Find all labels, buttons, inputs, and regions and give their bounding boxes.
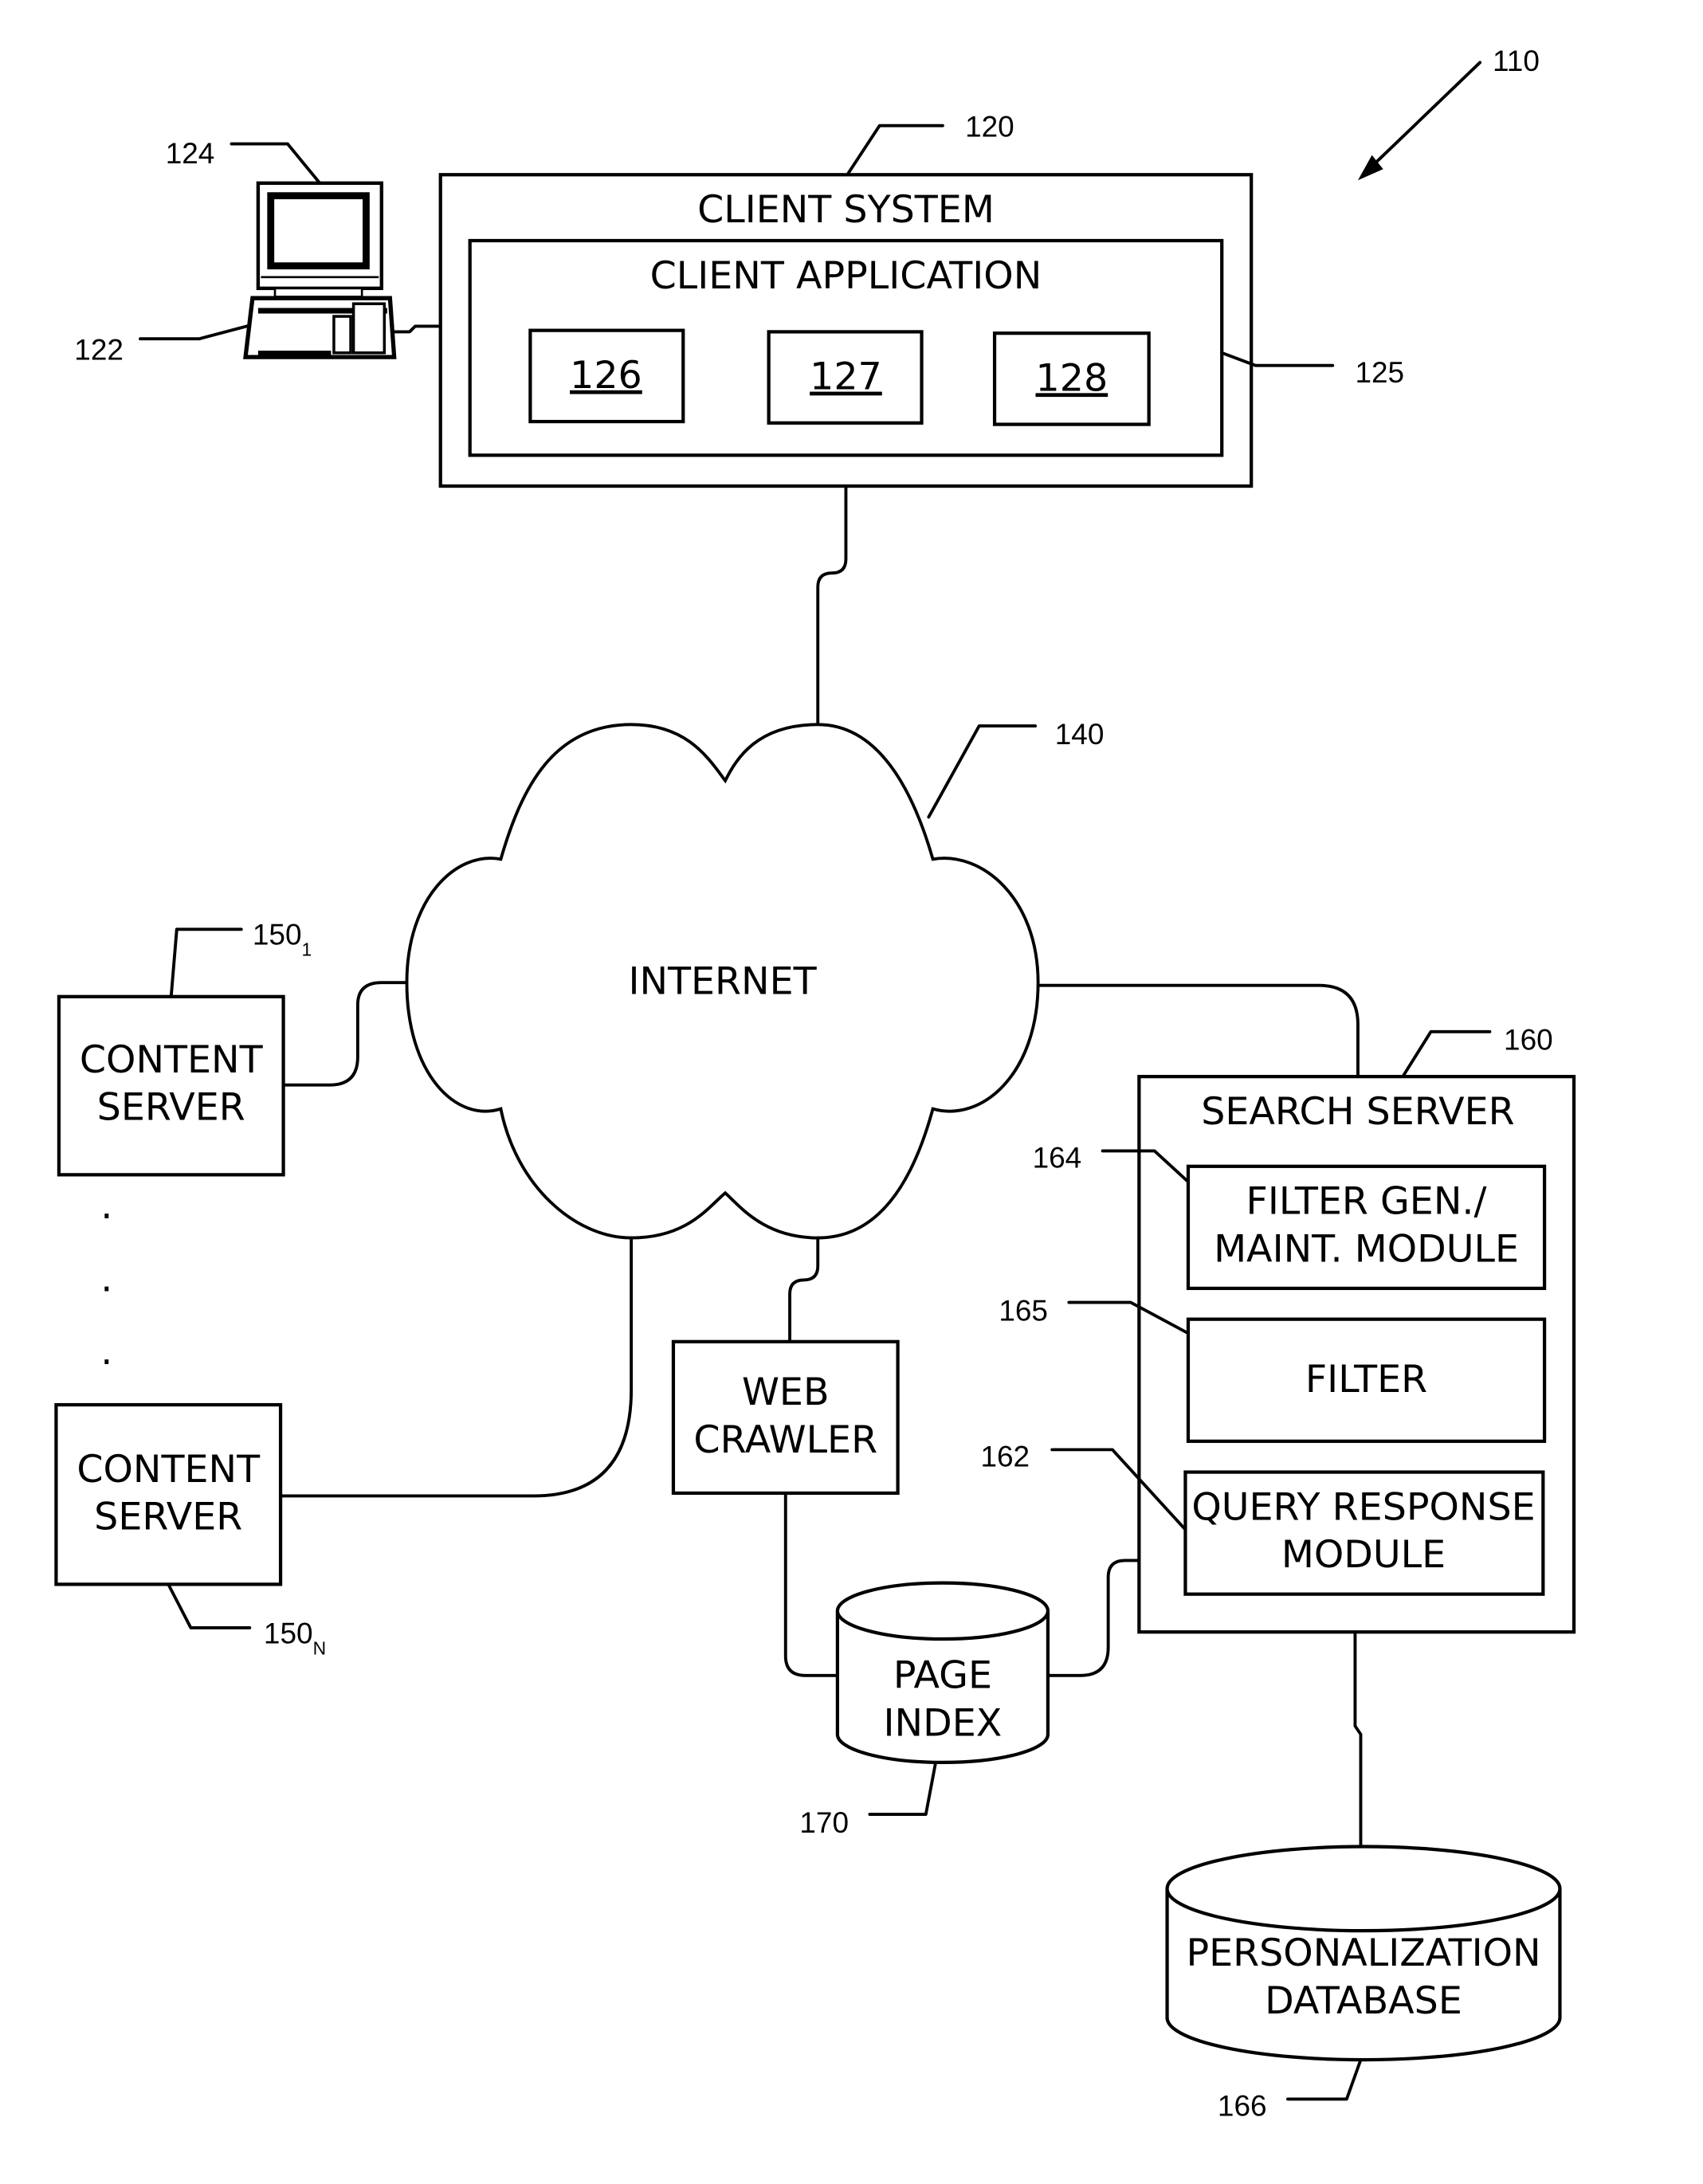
leader-122 (139, 324, 249, 341)
page-index-line1: PAGE (893, 1654, 992, 1698)
ellipsis-dot: . (100, 1184, 112, 1228)
search-db-connector (1353, 1630, 1363, 1851)
content-server-1-connector (281, 981, 409, 1087)
ref-165: 165 (999, 1294, 1048, 1327)
figure-ref-label: 110 (1493, 45, 1540, 77)
leader-150-1 (169, 927, 243, 998)
ref-125: 125 (1355, 356, 1404, 389)
web-crawler-line1: WEB (742, 1370, 830, 1414)
leader-160 (1401, 1029, 1492, 1079)
figure-ref-110: 110 (1357, 45, 1540, 181)
web-crawler-box (671, 1339, 900, 1496)
ellipsis-dot: . (100, 1330, 112, 1374)
client-system-title: CLIENT SYSTEM (697, 188, 995, 232)
ref-140: 140 (1055, 718, 1105, 751)
ref-162: 162 (980, 1440, 1030, 1472)
leader-150-n (167, 1582, 252, 1629)
leader-140 (927, 724, 1038, 819)
page-index-line2: INDEX (884, 1701, 1003, 1745)
system-diagram: 110 124 122 CLIENT SYSTEM 120 CLIENT APP… (54, 45, 1576, 2123)
content-server-n-line1: CONTENT (77, 1448, 261, 1492)
filter-gen-module-line1: FILTER GEN./ (1246, 1180, 1488, 1224)
ref-150-1: 1501 (253, 919, 312, 960)
crawler-index-connector (783, 1492, 839, 1677)
figure-ref-arrow-line (1370, 61, 1482, 168)
filter-gen-module-line2: MAINT. MODULE (1214, 1227, 1519, 1271)
computer-icon (256, 181, 384, 298)
ref-120: 120 (965, 111, 1014, 143)
module-128-label: 128 (1036, 356, 1109, 400)
personalization-db-line1: PERSONALIZATION (1186, 1931, 1540, 1975)
computer-connector (390, 324, 442, 334)
ref-160: 160 (1504, 1024, 1553, 1057)
internet-search-connector (1036, 983, 1360, 1079)
internet-crawler-connector (788, 1236, 820, 1343)
keyboard-icon (243, 296, 397, 359)
content-server-1-line2: SERVER (97, 1086, 245, 1130)
leader-120 (846, 124, 944, 177)
filter-label: FILTER (1305, 1358, 1427, 1402)
module-127-label: 127 (810, 355, 882, 399)
client-application-title: CLIENT APPLICATION (650, 254, 1042, 298)
index-search-connector (1046, 1559, 1141, 1677)
leader-124 (230, 142, 322, 185)
content-server-1-line1: CONTENT (80, 1038, 264, 1082)
ref-170: 170 (799, 1806, 849, 1839)
ref-122: 122 (74, 334, 124, 367)
internet-label: INTERNET (628, 959, 817, 1003)
leader-166 (1286, 2058, 1363, 2101)
content-server-n-line2: SERVER (94, 1496, 242, 1539)
ref-166: 166 (1218, 2090, 1267, 2123)
query-response-module-line2: MODULE (1281, 1533, 1446, 1577)
ref-164: 164 (1033, 1142, 1082, 1174)
leader-170 (868, 1760, 938, 1816)
content-server-n-connector (279, 1236, 634, 1498)
module-126-label: 126 (570, 354, 642, 398)
web-crawler-line2: CRAWLER (693, 1418, 877, 1462)
ref-124: 124 (166, 137, 215, 170)
client-internet-connector (816, 484, 848, 727)
query-response-module-line1: QUERY RESPONSE (1191, 1485, 1535, 1529)
ref-150-n: 150N (264, 1617, 326, 1658)
search-server-title: SEARCH SERVER (1201, 1090, 1515, 1134)
ellipsis-dot: . (100, 1257, 112, 1300)
personalization-db-line2: DATABASE (1265, 1979, 1462, 2023)
